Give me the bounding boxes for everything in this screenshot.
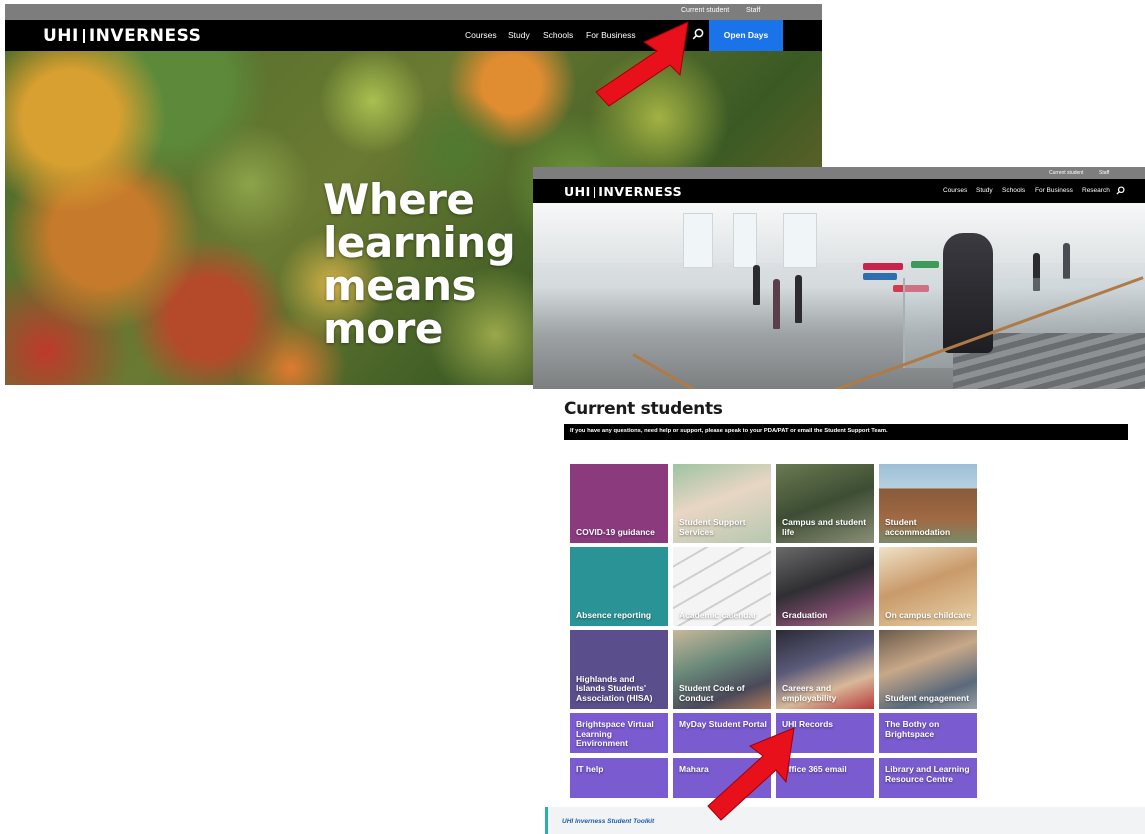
student-toolkit-link-bar[interactable]: UHI Inverness Student Toolkit	[545, 807, 1145, 834]
tile-student-engagement[interactable]: Student engagement	[879, 630, 977, 709]
arrow-shape	[595, 21, 689, 107]
tile-hisa[interactable]: Highlands and Islands Students' Associat…	[570, 630, 668, 709]
utility-bar: Current student Staff	[533, 167, 1145, 179]
tile-careers-and-employability[interactable]: Careers and employability	[776, 630, 874, 709]
tile-academic-calendar[interactable]: Academic calendar	[673, 547, 771, 626]
atrium-sofa	[911, 261, 939, 268]
tile-student-support-services[interactable]: Student Support Services	[673, 464, 771, 543]
logo-divider	[82, 29, 85, 43]
nav-courses[interactable]: Courses	[465, 30, 497, 40]
logo-inverness-text: INVERNESS	[88, 26, 202, 46]
uhi-inverness-logo[interactable]: UHI INVERNESS	[564, 184, 682, 199]
tile-student-accommodation[interactable]: Student accommodation	[879, 464, 977, 543]
main-nav: UHI INVERNESS Courses Study Schools For B…	[533, 179, 1145, 203]
tile-covid-19-guidance[interactable]: COVID-19 guidance	[570, 464, 668, 543]
atrium-window	[783, 213, 817, 268]
tile-label: Student engagement	[885, 692, 970, 703]
nav-courses[interactable]: Courses	[943, 187, 967, 194]
tile-label: Absence reporting	[576, 609, 652, 620]
tile-brightspace-vle[interactable]: Brightspace Virtual Learning Environment	[570, 713, 668, 753]
tile-label: Campus and student life	[782, 517, 867, 537]
main-nav: UHI INVERNESS Courses Study Schools For B…	[5, 20, 822, 51]
headline-line: Where	[323, 175, 475, 224]
tile-label: Graduation	[782, 609, 828, 620]
current-student-link[interactable]: Current student	[1049, 170, 1083, 176]
student-figure	[773, 279, 780, 329]
stair-handrail	[632, 353, 695, 389]
tile-label: Brightspace Virtual Learning Environment	[576, 719, 654, 748]
nav-research[interactable]: Research	[1082, 187, 1110, 194]
student-figure	[753, 265, 760, 305]
tile-campus-and-student-life[interactable]: Campus and student life	[776, 464, 874, 543]
nav-study[interactable]: Study	[508, 30, 530, 40]
logo-uhi-text: UHI	[564, 184, 591, 199]
atrium-sofa	[863, 273, 897, 280]
open-days-button[interactable]: Open Days	[709, 20, 783, 51]
utility-bar: Current student Staff	[5, 4, 822, 20]
current-students-screenshot: Current student Staff UHI INVERNESS Cours…	[533, 167, 1145, 834]
tile-label: Student Support Services	[679, 517, 746, 537]
arrow-shape	[707, 727, 795, 821]
headline-line: learning	[323, 218, 516, 267]
tile-label: COVID-19 guidance	[576, 526, 655, 537]
logo-uhi-text: UHI	[43, 26, 79, 46]
nav-study[interactable]: Study	[976, 187, 993, 194]
tile-label: The Bothy on Brightspace	[885, 719, 940, 739]
uhi-inverness-logo[interactable]: UHI INVERNESS	[43, 26, 201, 46]
tile-label: IT help	[576, 764, 604, 774]
tile-label: Academic calendar	[679, 609, 757, 620]
tile-label: Student Code of Conduct	[679, 683, 745, 703]
tile-label: On campus childcare	[885, 609, 971, 620]
tile-library-and-learning-resource-centre[interactable]: Library and Learning Resource Centre	[879, 758, 977, 798]
logo-divider	[593, 187, 596, 198]
nav-schools[interactable]: Schools	[1002, 187, 1025, 194]
tile-label: Library and Learning Resource Centre	[885, 764, 970, 784]
tile-it-help[interactable]: IT help	[570, 758, 668, 798]
tile-graduation[interactable]: Graduation	[776, 547, 874, 626]
headline-line: means	[323, 261, 477, 310]
tile-the-bothy-on-brightspace[interactable]: The Bothy on Brightspace	[879, 713, 977, 753]
atrium-window	[733, 213, 757, 268]
student-figure	[795, 275, 802, 323]
tile-absence-reporting[interactable]: Absence reporting	[570, 547, 668, 626]
current-student-link[interactable]: Current student	[681, 7, 729, 14]
headline-line: more	[323, 304, 443, 353]
student-toolkit-link[interactable]: UHI Inverness Student Toolkit	[562, 818, 654, 825]
atrium-ceiling	[533, 203, 1145, 263]
staff-link[interactable]: Staff	[1099, 170, 1109, 176]
page-title: Current students	[564, 399, 723, 419]
support-notice-banner: If you have any questions, need help or …	[564, 424, 1128, 440]
tile-label: Careers and employability	[782, 683, 837, 703]
nav-schools[interactable]: Schools	[543, 30, 573, 40]
tile-label: Highlands and Islands Students' Associat…	[576, 673, 653, 703]
student-figure	[1063, 243, 1070, 279]
nav-for-business[interactable]: For Business	[1035, 187, 1073, 194]
hero-headline: Where learning means more	[323, 175, 516, 353]
tile-student-code-of-conduct[interactable]: Student Code of Conduct	[673, 630, 771, 709]
tile-label: Student accommodation	[885, 517, 951, 537]
staff-link[interactable]: Staff	[746, 7, 760, 14]
atrium-sofa	[863, 263, 903, 270]
logo-inverness-text: INVERNESS	[598, 184, 683, 199]
arrow-to-uhi-records-tile	[707, 727, 795, 821]
arrow-to-current-student-link	[595, 21, 689, 107]
atrium-window	[683, 213, 713, 268]
tile-on-campus-childcare[interactable]: On campus childcare	[879, 547, 977, 626]
search-icon[interactable]	[1116, 186, 1125, 195]
hero-campus-atrium-image	[533, 203, 1145, 389]
